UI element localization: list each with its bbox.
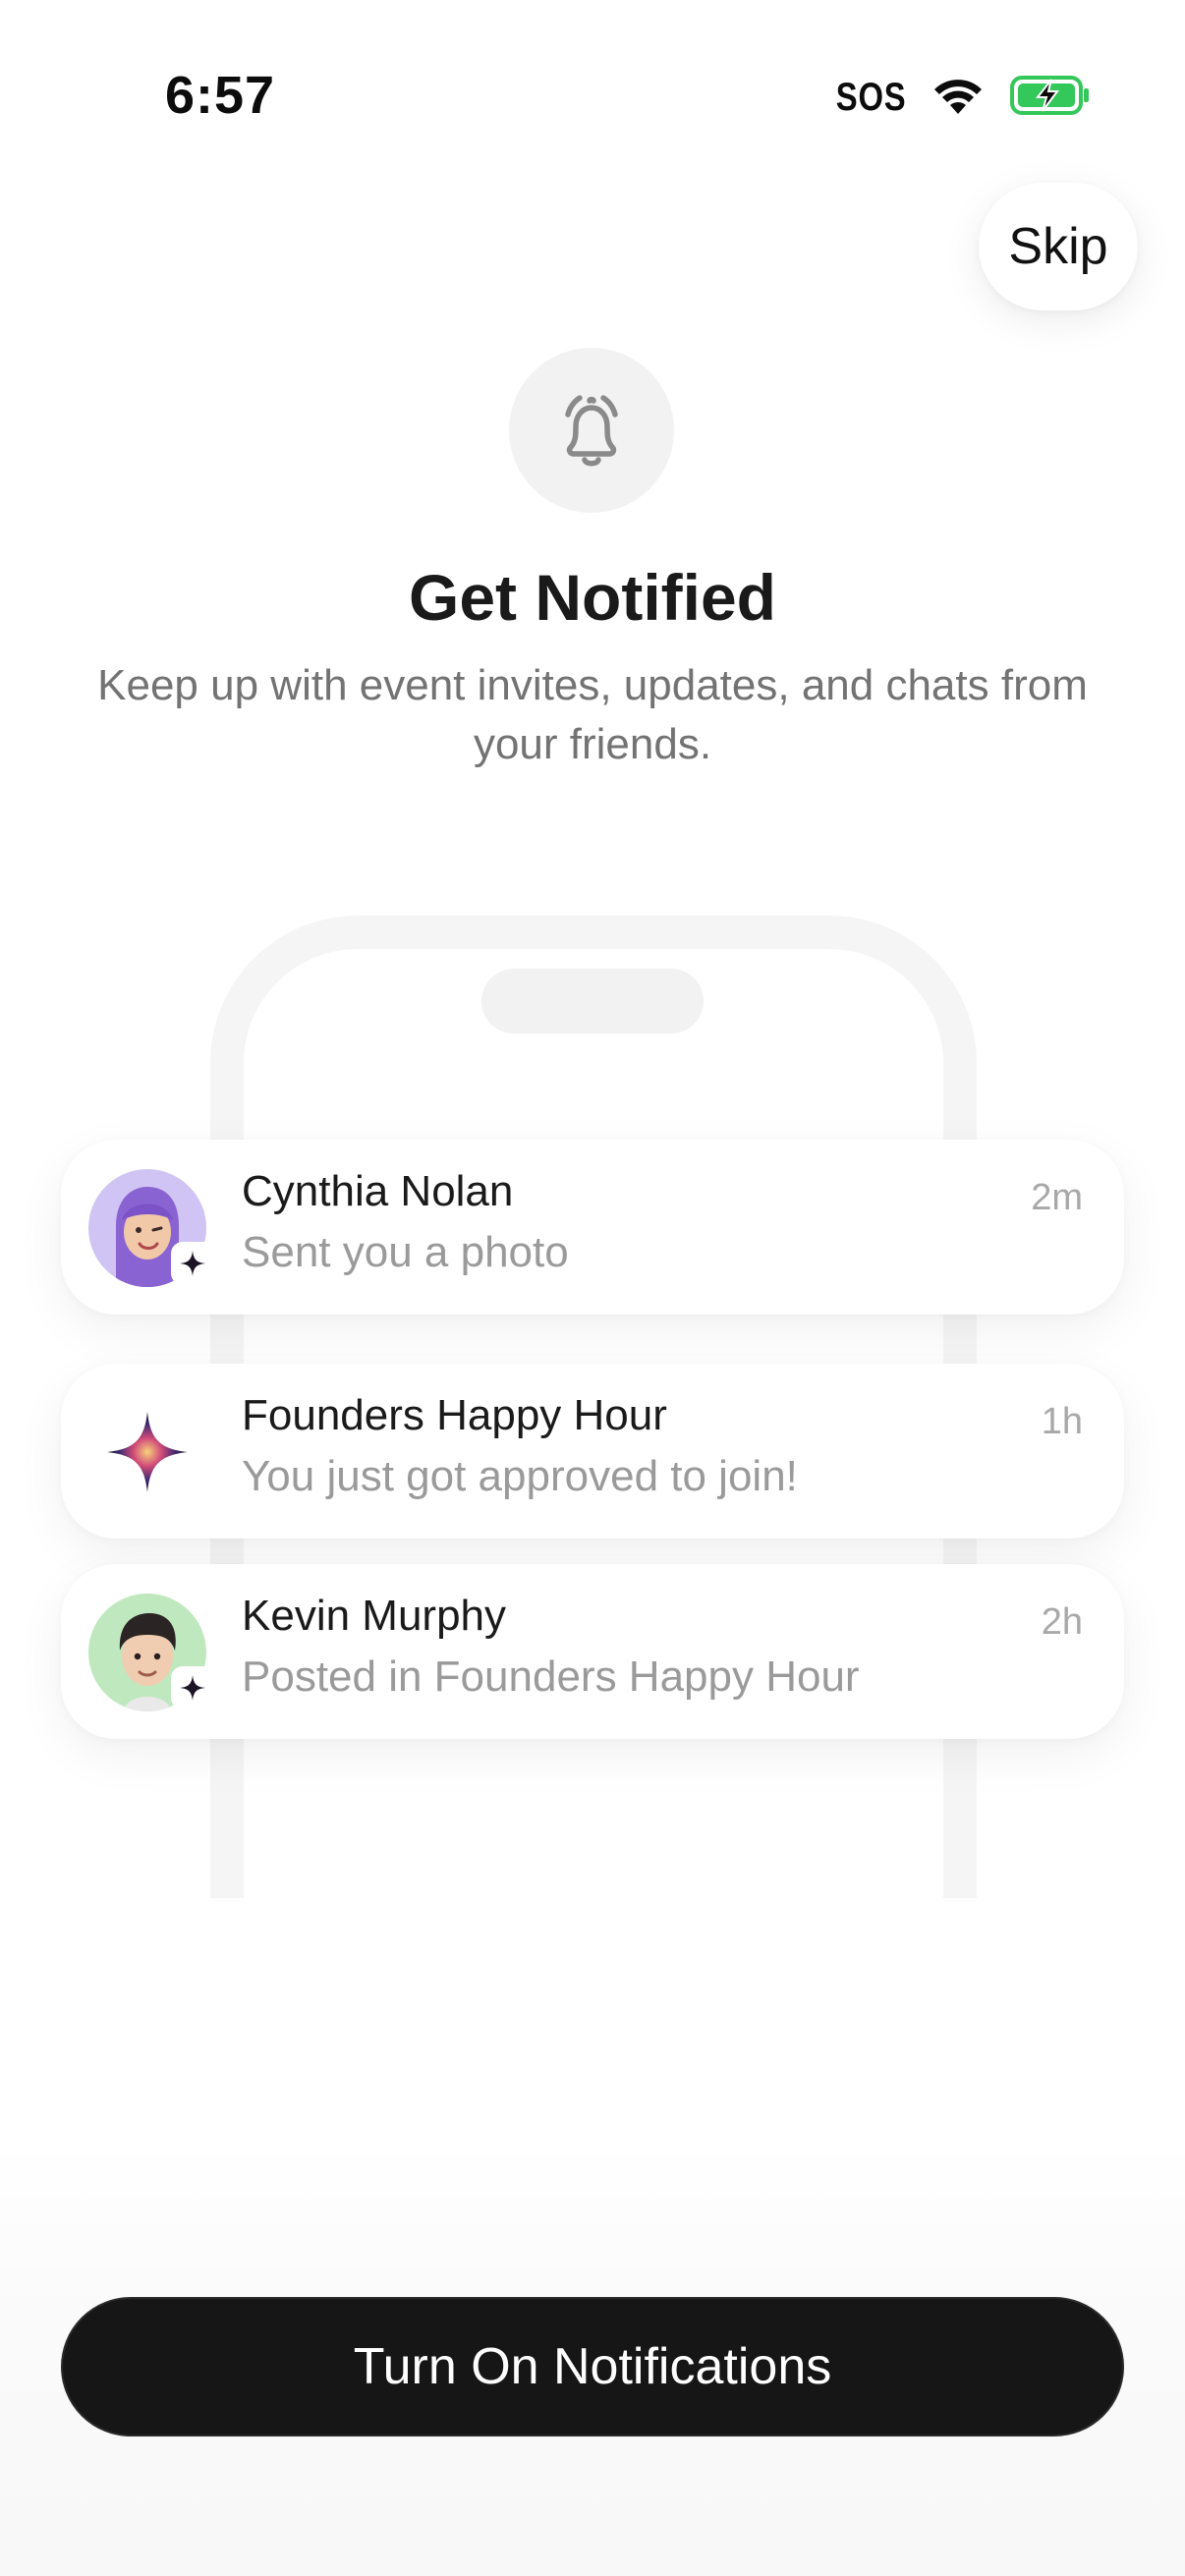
notification-time: 2h: [1041, 1601, 1083, 1643]
page-subtitle: Keep up with event invites, updates, and…: [97, 661, 1088, 768]
sparkle-badge-icon: [171, 1242, 214, 1285]
notification-title: Kevin Murphy: [242, 1592, 507, 1640]
skip-button[interactable]: Skip: [979, 183, 1138, 310]
bell-ringing-icon: [544, 381, 639, 480]
phone-notch: [481, 969, 704, 1034]
bell-badge: [509, 348, 674, 513]
notification-title: Cynthia Nolan: [242, 1167, 514, 1215]
turn-on-notifications-button[interactable]: Turn On Notifications: [61, 2297, 1124, 2436]
sparkle-badge-icon: [171, 1666, 214, 1709]
wifi-icon: [931, 75, 985, 121]
notification-card: Founders Happy Hour You just got approve…: [61, 1364, 1124, 1539]
status-icons: SOS: [820, 73, 1091, 122]
notification-title: Founders Happy Hour: [242, 1391, 667, 1439]
sparkle-icon: [88, 1393, 206, 1511]
notification-card: Cynthia Nolan Sent you a photo 2m: [61, 1140, 1124, 1315]
notification-time: 2m: [1031, 1177, 1083, 1218]
status-time: 6:57: [165, 66, 276, 125]
notification-card: Kevin Murphy Posted in Founders Happy Ho…: [61, 1564, 1124, 1739]
notification-time: 1h: [1041, 1401, 1083, 1442]
notification-message: You just got approved to join!: [242, 1452, 798, 1500]
notification-message: Sent you a photo: [242, 1228, 569, 1276]
page-title: Get Notified: [409, 561, 776, 634]
battery-charging-icon: [1010, 74, 1091, 122]
notification-message: Posted in Founders Happy Hour: [242, 1652, 860, 1701]
sos-indicator: SOS: [835, 75, 906, 119]
